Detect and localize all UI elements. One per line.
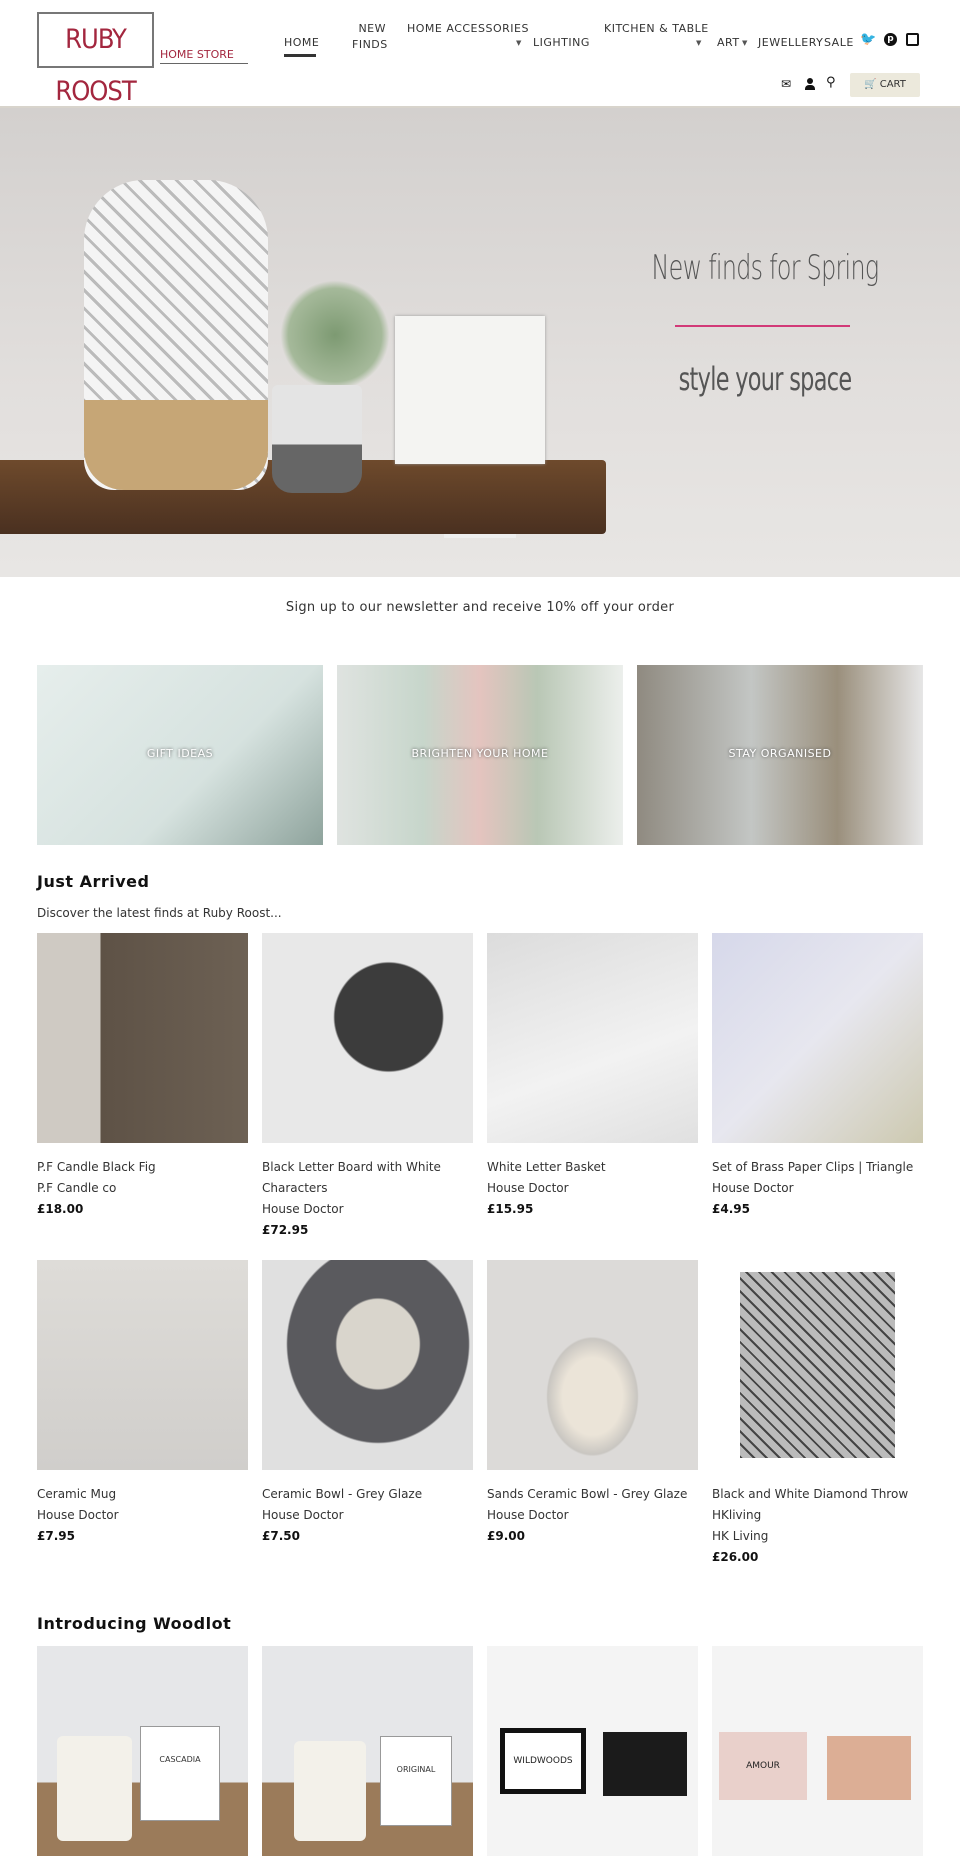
category-label: STAY ORGANISED: [728, 747, 832, 760]
category-brighten-your-home[interactable]: BRIGHTEN YOUR HOME: [337, 665, 623, 845]
product-image[interactable]: [37, 1260, 248, 1470]
product-name[interactable]: Ceramic Bowl - Grey Glaze: [262, 1484, 473, 1505]
chevron-down-icon: ▼: [516, 39, 522, 47]
search-icon[interactable]: ⚲: [826, 75, 836, 90]
product-image[interactable]: [37, 933, 248, 1143]
product-price: £15.95: [487, 1202, 534, 1216]
product-price: £7.50: [262, 1529, 300, 1543]
category-label: GIFT IDEAS: [146, 747, 214, 760]
product-image[interactable]: [262, 1260, 473, 1470]
nav-new-finds[interactable]: NEW FINDS: [352, 21, 387, 53]
chevron-down-icon: ▼: [696, 39, 702, 47]
product-name[interactable]: Set of Brass Paper Clips | Triangle: [712, 1157, 923, 1178]
nav-sale[interactable]: SALE: [824, 35, 854, 51]
newsletter-link[interactable]: Sign up to our newsletter and receive 10…: [0, 600, 960, 615]
mail-icon[interactable]: ✉: [781, 77, 791, 91]
user-icon[interactable]: [805, 78, 815, 90]
product-label-text: CASCADIA: [140, 1726, 220, 1821]
product-price: £7.95: [37, 1529, 75, 1543]
logo-subtext: HOME STORE: [160, 48, 248, 64]
product-brand: House Doctor: [712, 1181, 794, 1195]
nav-home-accessories[interactable]: HOME ACCESSORIES: [407, 21, 529, 37]
nav-jewellery[interactable]: JEWELLERY: [758, 35, 823, 51]
product-price: £4.95: [712, 1202, 750, 1216]
nav-active-indicator: [284, 54, 316, 57]
product-card[interactable]: WILDWOODS: [487, 1646, 698, 1856]
cart-button[interactable]: 🛒 CART: [850, 73, 920, 97]
product-card[interactable]: Ceramic Mug House Doctor £7.95: [37, 1260, 248, 1547]
woodlot-heading: Introducing Woodlot: [37, 1614, 232, 1633]
product-image[interactable]: CASCADIA: [37, 1646, 248, 1856]
hero-lantern-base: [84, 400, 268, 490]
slider-indicator[interactable]: [444, 534, 516, 538]
product-brand: P.F Candle co: [37, 1181, 117, 1195]
hero-art-card-image: [395, 316, 545, 464]
product-brand: House Doctor: [262, 1508, 344, 1522]
product-label-text: AMOUR: [719, 1732, 807, 1800]
product-card[interactable]: Ceramic Bowl - Grey Glaze House Doctor £7.…: [262, 1260, 473, 1547]
product-label-text: ORIGINAL: [380, 1736, 452, 1826]
nav-art[interactable]: ART: [717, 35, 740, 51]
hero-pot-image: [272, 385, 362, 493]
product-image[interactable]: ORIGINAL: [262, 1646, 473, 1856]
chevron-down-icon: ▼: [742, 39, 748, 47]
logo[interactable]: RUBY ROOST: [37, 12, 154, 107]
product-name[interactable]: White Letter Basket: [487, 1157, 698, 1178]
product-card[interactable]: ORIGINAL: [262, 1646, 473, 1856]
product-price: £18.00: [37, 1202, 84, 1216]
pinterest-icon[interactable]: p: [884, 33, 897, 46]
nav-kitchen-table[interactable]: KITCHEN & TABLE: [604, 21, 709, 37]
hero-subtitle: style your space: [678, 360, 853, 398]
instagram-icon[interactable]: [906, 33, 919, 46]
product-image[interactable]: [712, 1260, 923, 1470]
nav-lighting[interactable]: LIGHTING: [533, 35, 590, 51]
product-name[interactable]: Black Letter Board with White Characters: [262, 1157, 473, 1199]
product-card[interactable]: Set of Brass Paper Clips | Triangle House…: [712, 933, 923, 1220]
product-card[interactable]: Black Letter Board with White Characters…: [262, 933, 473, 1241]
hero-divider: [675, 325, 850, 327]
hero-title: New finds for Spring: [651, 248, 880, 288]
product-card[interactable]: CASCADIA: [37, 1646, 248, 1856]
nav-home[interactable]: HOME: [284, 35, 319, 51]
category-label: BRIGHTEN YOUR HOME: [411, 747, 549, 760]
product-card[interactable]: Black and White Diamond Throw HKliving HK …: [712, 1260, 923, 1568]
product-price: £26.00: [712, 1550, 759, 1564]
category-gift-ideas[interactable]: GIFT IDEAS: [37, 665, 323, 845]
product-brand-alt: HK Living: [712, 1529, 769, 1543]
product-name[interactable]: P.F Candle Black Fig: [37, 1157, 248, 1178]
just-arrived-subtitle: Discover the latest finds at Ruby Roost.…: [37, 906, 282, 920]
product-name[interactable]: Sands Ceramic Bowl - Grey Glaze: [487, 1484, 698, 1505]
product-image[interactable]: [487, 1260, 698, 1470]
product-card[interactable]: White Letter Basket House Doctor £15.95: [487, 933, 698, 1220]
just-arrived-heading: Just Arrived: [37, 872, 150, 891]
cart-label: CART: [879, 79, 906, 90]
product-brand: House Doctor: [262, 1202, 344, 1216]
product-image[interactable]: [487, 933, 698, 1143]
product-brand: House Doctor: [37, 1508, 119, 1522]
hero-plant-image: [280, 280, 390, 390]
product-price: £72.95: [262, 1223, 309, 1237]
product-card[interactable]: AMOUR: [712, 1646, 923, 1856]
product-image[interactable]: [712, 933, 923, 1143]
product-brand: House Doctor: [487, 1181, 569, 1195]
category-stay-organised[interactable]: STAY ORGANISED: [637, 665, 923, 845]
product-image[interactable]: AMOUR: [712, 1646, 923, 1856]
product-brand: HKliving: [712, 1508, 762, 1522]
cart-icon: 🛒: [864, 79, 877, 90]
product-card[interactable]: Sands Ceramic Bowl - Grey Glaze House Doc…: [487, 1260, 698, 1547]
product-image[interactable]: WILDWOODS: [487, 1646, 698, 1856]
product-label-text: WILDWOODS: [500, 1728, 586, 1794]
product-card[interactable]: P.F Candle Black Fig P.F Candle co £18.00: [37, 933, 248, 1220]
product-name[interactable]: Ceramic Mug: [37, 1484, 248, 1505]
product-price: £9.00: [487, 1529, 525, 1543]
product-brand: House Doctor: [487, 1508, 569, 1522]
product-name[interactable]: Black and White Diamond Throw: [712, 1484, 923, 1505]
product-image[interactable]: [262, 933, 473, 1143]
twitter-icon[interactable]: 🐦: [860, 32, 876, 47]
